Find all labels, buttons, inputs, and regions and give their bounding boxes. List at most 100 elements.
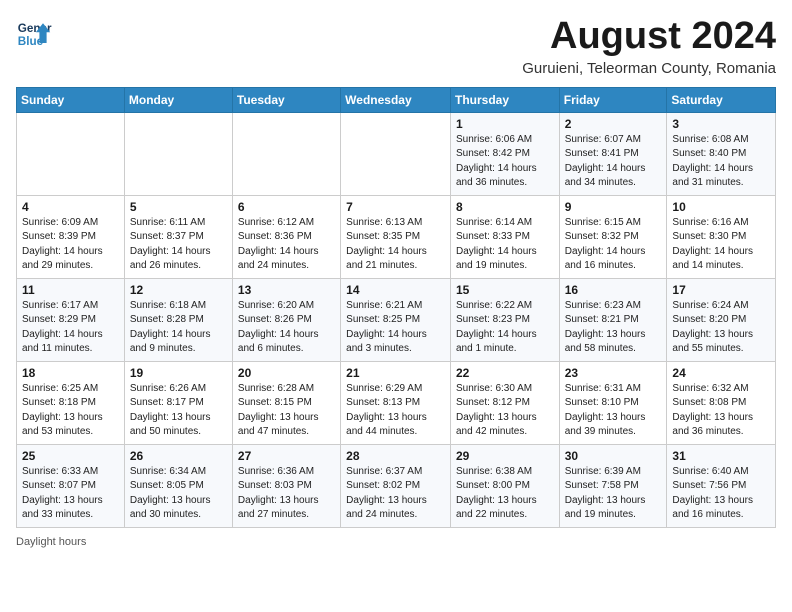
day-number: 18 <box>22 366 119 380</box>
calendar-cell: 6 Sunrise: 6:12 AM Sunset: 8:36 PM Daylig… <box>232 195 340 278</box>
day-info: Sunrise: 6:11 AM Sunset: 8:37 PM Dayligh… <box>130 216 227 274</box>
calendar-cell: 10Sunrise: 6:16 AM Sunset: 8:30 PM Dayli… <box>667 195 776 278</box>
day-info: Sunrise: 6:21 AM Sunset: 8:25 PM Dayligh… <box>346 299 445 357</box>
calendar-cell: 11 Sunrise: 6:17 AM Sunset: 8:29 PM Dayli… <box>17 278 125 361</box>
day-number: 29 <box>456 449 554 463</box>
day-info: Sunrise: 6:06 AM Sunset: 8:42 PM Dayligh… <box>456 133 554 191</box>
day-info: Sunrise: 6:25 AM Sunset: 8:18 PM Dayligh… <box>22 382 119 440</box>
day-info: Sunrise: 6:18 AM Sunset: 8:28 PM Dayligh… <box>130 299 227 357</box>
dow-header-monday: Monday <box>124 87 232 112</box>
calendar-cell: 28 Sunrise: 6:37 AM Sunset: 8:02 PM Dayli… <box>341 444 451 527</box>
day-number: 25 <box>22 449 119 463</box>
day-number: 12 <box>130 283 227 297</box>
calendar-cell <box>17 112 125 195</box>
day-info: Sunrise: 6:07 AM Sunset: 8:41 PM Dayligh… <box>565 133 662 191</box>
dow-header-friday: Friday <box>559 87 667 112</box>
dow-header-saturday: Saturday <box>667 87 776 112</box>
day-number: 16 <box>565 283 662 297</box>
calendar-cell: 17 Sunrise: 6:24 AM Sunset: 8:20 PM Dayli… <box>667 278 776 361</box>
day-number: 30 <box>565 449 662 463</box>
day-number: 6 <box>238 200 335 214</box>
day-number: 14 <box>346 283 445 297</box>
day-info: Sunrise: 6:24 AM Sunset: 8:20 PM Dayligh… <box>672 299 770 357</box>
logo: General Blue <box>16 16 52 52</box>
day-info: Sunrise: 6:08 AM Sunset: 8:40 PM Dayligh… <box>672 133 770 191</box>
day-number: 9 <box>565 200 662 214</box>
calendar-cell: 29 Sunrise: 6:38 AM Sunset: 8:00 PM Dayli… <box>450 444 559 527</box>
day-number: 5 <box>130 200 227 214</box>
day-info: Sunrise: 6:13 AM Sunset: 8:35 PM Dayligh… <box>346 216 445 274</box>
calendar-cell: 7 Sunrise: 6:13 AM Sunset: 8:35 PM Daylig… <box>341 195 451 278</box>
day-number: 17 <box>672 283 770 297</box>
calendar-table: SundayMondayTuesdayWednesdayThursdayFrid… <box>16 87 776 528</box>
day-info: Sunrise: 6:31 AM Sunset: 8:10 PM Dayligh… <box>565 382 662 440</box>
calendar-cell: 25 Sunrise: 6:33 AM Sunset: 8:07 PM Dayli… <box>17 444 125 527</box>
day-info: Sunrise: 6:12 AM Sunset: 8:36 PM Dayligh… <box>238 216 335 274</box>
calendar-cell: 23 Sunrise: 6:31 AM Sunset: 8:10 PM Dayli… <box>559 361 667 444</box>
day-info: Sunrise: 6:29 AM Sunset: 8:13 PM Dayligh… <box>346 382 445 440</box>
calendar-cell: 26Sunrise: 6:34 AM Sunset: 8:05 PM Dayli… <box>124 444 232 527</box>
calendar-cell: 22 Sunrise: 6:30 AM Sunset: 8:12 PM Dayli… <box>450 361 559 444</box>
dow-header-thursday: Thursday <box>450 87 559 112</box>
day-number: 28 <box>346 449 445 463</box>
day-number: 22 <box>456 366 554 380</box>
calendar-cell: 12 Sunrise: 6:18 AM Sunset: 8:28 PM Dayli… <box>124 278 232 361</box>
calendar-cell: 19Sunrise: 6:26 AM Sunset: 8:17 PM Dayli… <box>124 361 232 444</box>
day-number: 13 <box>238 283 335 297</box>
footer: Daylight hours <box>16 536 776 548</box>
day-number: 21 <box>346 366 445 380</box>
day-info: Sunrise: 6:23 AM Sunset: 8:21 PM Dayligh… <box>565 299 662 357</box>
day-info: Sunrise: 6:28 AM Sunset: 8:15 PM Dayligh… <box>238 382 335 440</box>
day-number: 1 <box>456 117 554 131</box>
day-number: 7 <box>346 200 445 214</box>
day-number: 4 <box>22 200 119 214</box>
calendar-cell: 3 Sunrise: 6:08 AM Sunset: 8:40 PM Daylig… <box>667 112 776 195</box>
day-info: Sunrise: 6:32 AM Sunset: 8:08 PM Dayligh… <box>672 382 770 440</box>
day-number: 8 <box>456 200 554 214</box>
day-info: Sunrise: 6:09 AM Sunset: 8:39 PM Dayligh… <box>22 216 119 274</box>
day-info: Sunrise: 6:37 AM Sunset: 8:02 PM Dayligh… <box>346 465 445 523</box>
calendar-cell: 14 Sunrise: 6:21 AM Sunset: 8:25 PM Dayli… <box>341 278 451 361</box>
day-info: Sunrise: 6:40 AM Sunset: 7:56 PM Dayligh… <box>672 465 770 523</box>
dow-header-tuesday: Tuesday <box>232 87 340 112</box>
day-info: Sunrise: 6:33 AM Sunset: 8:07 PM Dayligh… <box>22 465 119 523</box>
page-header: General Blue August 2024 Guruieni, Teleo… <box>16 16 776 77</box>
calendar-cell <box>341 112 451 195</box>
day-info: Sunrise: 6:36 AM Sunset: 8:03 PM Dayligh… <box>238 465 335 523</box>
calendar-cell <box>124 112 232 195</box>
day-number: 26 <box>130 449 227 463</box>
calendar-cell: 31 Sunrise: 6:40 AM Sunset: 7:56 PM Dayli… <box>667 444 776 527</box>
calendar-cell: 24Sunrise: 6:32 AM Sunset: 8:08 PM Dayli… <box>667 361 776 444</box>
calendar-cell: 4 Sunrise: 6:09 AM Sunset: 8:39 PM Daylig… <box>17 195 125 278</box>
day-info: Sunrise: 6:39 AM Sunset: 7:58 PM Dayligh… <box>565 465 662 523</box>
day-info: Sunrise: 6:20 AM Sunset: 8:26 PM Dayligh… <box>238 299 335 357</box>
dow-header-sunday: Sunday <box>17 87 125 112</box>
calendar-title: August 2024 <box>522 16 776 58</box>
calendar-cell: 21 Sunrise: 6:29 AM Sunset: 8:13 PM Dayli… <box>341 361 451 444</box>
day-number: 31 <box>672 449 770 463</box>
day-info: Sunrise: 6:16 AM Sunset: 8:30 PM Dayligh… <box>672 216 770 274</box>
day-info: Sunrise: 6:14 AM Sunset: 8:33 PM Dayligh… <box>456 216 554 274</box>
day-info: Sunrise: 6:30 AM Sunset: 8:12 PM Dayligh… <box>456 382 554 440</box>
calendar-cell: 27 Sunrise: 6:36 AM Sunset: 8:03 PM Dayli… <box>232 444 340 527</box>
day-number: 11 <box>22 283 119 297</box>
day-info: Sunrise: 6:22 AM Sunset: 8:23 PM Dayligh… <box>456 299 554 357</box>
day-number: 3 <box>672 117 770 131</box>
day-info: Sunrise: 6:15 AM Sunset: 8:32 PM Dayligh… <box>565 216 662 274</box>
calendar-cell <box>232 112 340 195</box>
calendar-cell: 16 Sunrise: 6:23 AM Sunset: 8:21 PM Dayli… <box>559 278 667 361</box>
day-info: Sunrise: 6:38 AM Sunset: 8:00 PM Dayligh… <box>456 465 554 523</box>
day-number: 20 <box>238 366 335 380</box>
calendar-cell: 8 Sunrise: 6:14 AM Sunset: 8:33 PM Daylig… <box>450 195 559 278</box>
calendar-cell: 1 Sunrise: 6:06 AM Sunset: 8:42 PM Daylig… <box>450 112 559 195</box>
calendar-cell: 18 Sunrise: 6:25 AM Sunset: 8:18 PM Dayli… <box>17 361 125 444</box>
calendar-cell: 20 Sunrise: 6:28 AM Sunset: 8:15 PM Dayli… <box>232 361 340 444</box>
title-block: August 2024 Guruieni, Teleorman County, … <box>522 16 776 77</box>
day-info: Sunrise: 6:17 AM Sunset: 8:29 PM Dayligh… <box>22 299 119 357</box>
day-number: 23 <box>565 366 662 380</box>
calendar-cell: 9 Sunrise: 6:15 AM Sunset: 8:32 PM Daylig… <box>559 195 667 278</box>
footer-label: Daylight hours <box>16 536 86 548</box>
dow-header-wednesday: Wednesday <box>341 87 451 112</box>
calendar-cell: 30 Sunrise: 6:39 AM Sunset: 7:58 PM Dayli… <box>559 444 667 527</box>
day-number: 27 <box>238 449 335 463</box>
